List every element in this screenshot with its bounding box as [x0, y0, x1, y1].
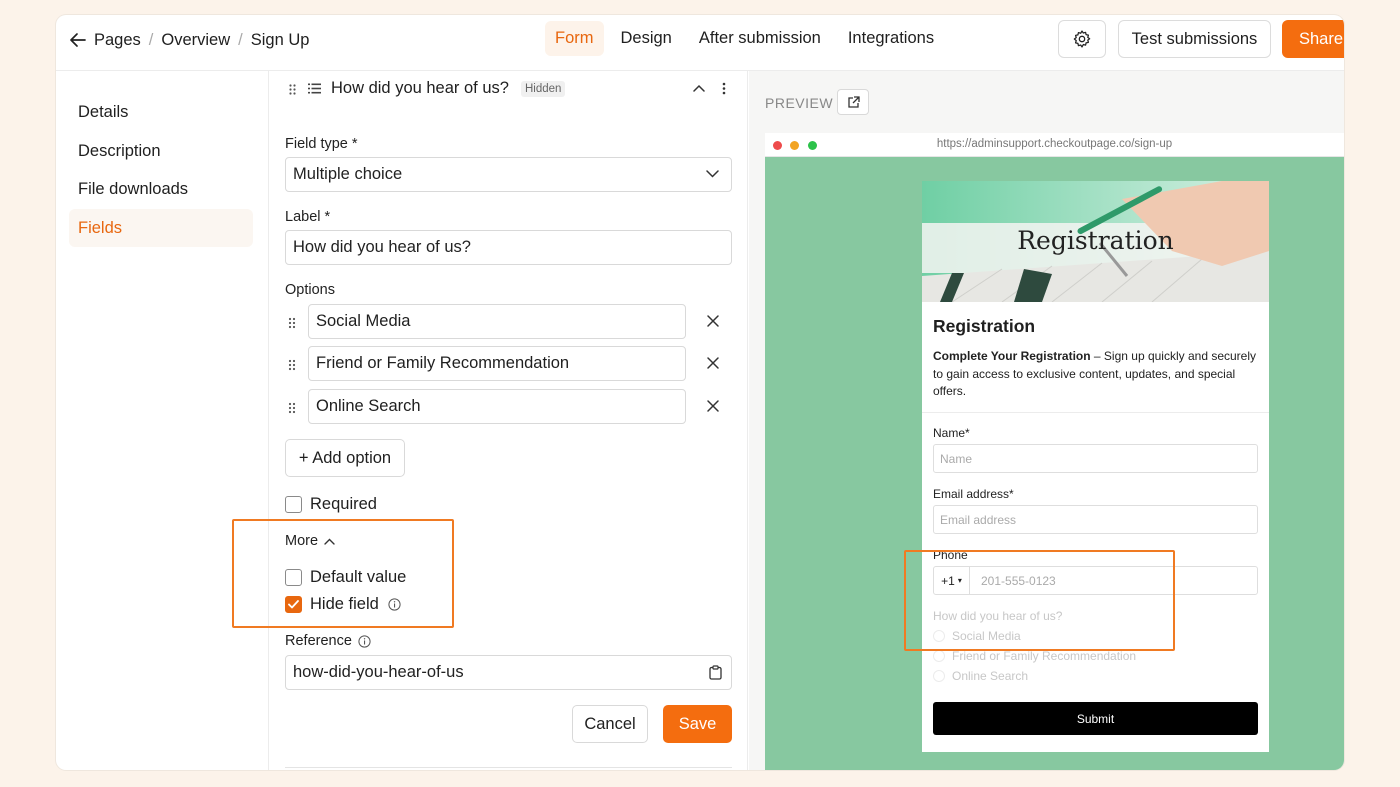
options-label: Options [285, 282, 335, 298]
field-type-value: Multiple choice [293, 165, 403, 183]
drag-handle-icon[interactable] [288, 359, 298, 371]
option-input[interactable]: Friend or Family Recommendation [308, 346, 686, 381]
browser-bar: https://adminsupport.checkoutpage.co/sig… [765, 133, 1344, 157]
drag-handle-icon[interactable] [289, 84, 296, 95]
field-title: How did you hear of us? [331, 79, 509, 97]
name-input[interactable]: Name [933, 444, 1258, 473]
clipboard-icon[interactable] [709, 665, 722, 680]
tab-design[interactable]: Design [611, 21, 682, 56]
hide-field-row[interactable]: Hide field [285, 595, 401, 614]
reference-label: Reference [285, 633, 352, 649]
more-vertical-icon[interactable] [722, 82, 726, 95]
required-label: Required [310, 495, 377, 513]
preview-label: PREVIEW [765, 95, 834, 111]
hide-field-label: Hide field [310, 595, 379, 613]
more-toggle[interactable]: More [285, 533, 335, 549]
required-checkbox[interactable] [285, 496, 302, 513]
back-arrow-icon[interactable] [68, 30, 88, 50]
external-link-icon [847, 95, 860, 108]
remove-option-icon[interactable] [706, 314, 720, 328]
browser-url: https://adminsupport.checkoutpage.co/sig… [936, 138, 1173, 150]
check-icon [288, 600, 299, 609]
field-editor: How did you hear of us? Hidden Field typ… [232, 71, 748, 770]
option-input[interactable]: Online Search [308, 389, 686, 424]
tab-form[interactable]: Form [545, 21, 604, 56]
app-window: Pages / Overview / Sign Up Form Design A… [56, 15, 1344, 770]
chevron-up-icon[interactable] [693, 84, 705, 92]
form-title: Registration [933, 316, 1036, 336]
remove-option-icon[interactable] [706, 399, 720, 413]
divider [285, 767, 732, 768]
breadcrumb-pages[interactable]: Pages [94, 31, 141, 50]
highlight-box [904, 550, 1175, 651]
radio-icon [933, 650, 945, 662]
reference-label-row: Reference [285, 633, 371, 649]
cancel-button[interactable]: Cancel [572, 705, 648, 743]
form-card: Registration Registration Complete Your … [922, 181, 1269, 752]
breadcrumb-sign-up: Sign Up [250, 30, 310, 49]
sidebar-item-file-downloads[interactable]: File downloads [69, 170, 253, 208]
more-label: More [285, 533, 319, 549]
chevron-up-icon [324, 538, 335, 545]
list-icon [308, 83, 321, 94]
preview-panel: PREVIEW https://adminsupport.checkoutpag… [749, 71, 1344, 770]
info-icon[interactable] [358, 634, 371, 648]
open-preview-button[interactable] [837, 89, 869, 115]
form-description-bold: Complete Your Registration [933, 349, 1091, 363]
breadcrumb-overview[interactable]: Overview [161, 31, 230, 50]
hidden-badge: Hidden [521, 81, 566, 97]
tab-after-submission[interactable]: After submission [689, 21, 831, 56]
reference-input[interactable]: how-did-you-hear-of-us [285, 655, 732, 690]
breadcrumb-separator: / [148, 30, 154, 49]
hide-field-checkbox[interactable] [285, 596, 302, 613]
radio-option[interactable]: Online Search [933, 669, 1028, 683]
radio-icon [933, 670, 945, 682]
share-button[interactable]: Share [1282, 20, 1344, 58]
field-type-label: Field type * [285, 136, 358, 152]
drag-handle-icon[interactable] [288, 402, 298, 414]
default-value-checkbox[interactable] [285, 569, 302, 586]
tab-integrations[interactable]: Integrations [838, 21, 944, 56]
field-type-select[interactable]: Multiple choice [285, 157, 732, 192]
option-input[interactable]: Social Media [308, 304, 686, 339]
info-icon[interactable] [388, 598, 401, 611]
top-bar: Pages / Overview / Sign Up Form Design A… [56, 15, 1344, 71]
reference-value: how-did-you-hear-of-us [293, 663, 464, 681]
drag-handle-icon[interactable] [288, 317, 298, 329]
hero-text: Registration [1017, 226, 1174, 255]
main-tabs: Form Design After submission Integration… [545, 21, 951, 56]
breadcrumb: Pages / Overview / Sign Up [68, 28, 309, 52]
divider [922, 412, 1269, 413]
radio-option[interactable]: Friend or Family Recommendation [933, 649, 1136, 663]
settings-button[interactable] [1058, 20, 1106, 58]
breadcrumb-separator: / [238, 30, 243, 49]
email-label: Email address* [933, 487, 1014, 501]
save-button[interactable]: Save [663, 705, 732, 743]
sidebar: Details Description File downloads Field… [56, 71, 269, 770]
remove-option-icon[interactable] [706, 356, 720, 370]
test-submissions-button[interactable]: Test submissions [1118, 20, 1271, 58]
browser-frame: https://adminsupport.checkoutpage.co/sig… [765, 133, 1344, 770]
add-option-button[interactable]: + Add option [285, 439, 405, 477]
sidebar-item-fields[interactable]: Fields [69, 209, 253, 247]
form-description: Complete Your Registration – Sign up qui… [933, 348, 1263, 401]
sidebar-item-description[interactable]: Description [69, 132, 253, 170]
sidebar-item-details[interactable]: Details [69, 93, 253, 131]
chevron-down-icon [706, 170, 719, 178]
default-value-label: Default value [310, 568, 407, 586]
required-row[interactable]: Required [285, 495, 377, 514]
label-input[interactable]: How did you hear of us? [285, 230, 732, 265]
default-value-row[interactable]: Default value [285, 568, 406, 587]
hero-image: Registration [922, 181, 1269, 302]
name-label: Name* [933, 426, 970, 440]
submit-button[interactable]: Submit [933, 702, 1258, 735]
email-input[interactable]: Email address [933, 505, 1258, 534]
gear-icon [1073, 30, 1091, 48]
label-field-label: Label * [285, 209, 331, 225]
field-header: How did you hear of us? Hidden [269, 71, 748, 107]
